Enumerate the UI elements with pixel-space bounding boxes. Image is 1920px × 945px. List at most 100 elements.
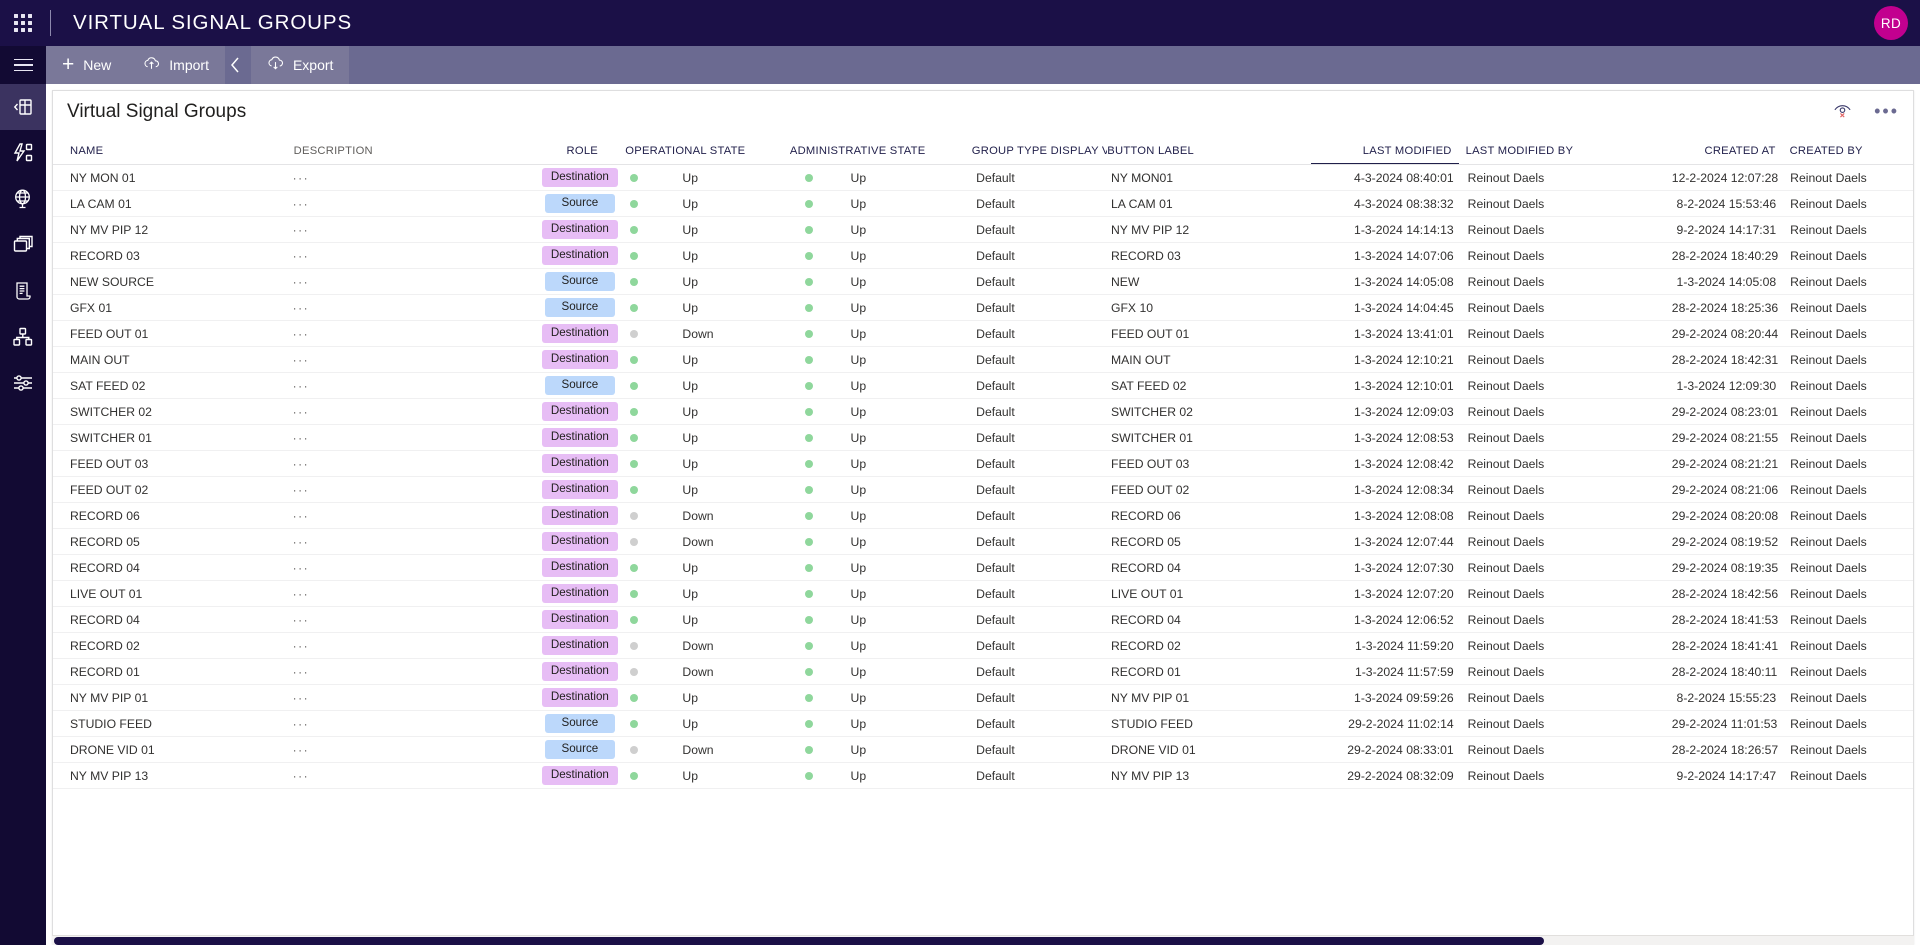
horizontal-scrollbar[interactable]	[52, 935, 1914, 945]
table-row[interactable]: RECORD 01 ··· Destination Down Up Default RECO…	[53, 659, 1913, 685]
role-badge: Source	[544, 272, 615, 291]
table-row[interactable]: NY MV PIP 13 ··· Destination Up Up Default NY …	[53, 763, 1913, 789]
cell-created-at: 29-2-2024 08:21:06	[1671, 482, 1779, 497]
column-header-last-modified[interactable]: LAST MODIFIED	[1311, 145, 1459, 164]
sidebar-item-globe-network[interactable]	[0, 176, 46, 222]
status-dot-up-icon	[629, 303, 638, 312]
role-badge: Destination	[541, 662, 618, 681]
table-row[interactable]: FEED OUT 03 ··· Destination Up Up Default FEED…	[53, 451, 1913, 477]
hamburger-icon[interactable]	[0, 46, 46, 84]
node-graph-icon	[11, 325, 35, 349]
cell-operational-state-indicator	[620, 353, 683, 367]
table-row[interactable]: FEED OUT 01 ··· Destination Down Up Default FE…	[53, 321, 1913, 347]
table-row[interactable]: LA CAM 01 ··· Source Up Up Default LA CAM 01 4-…	[53, 191, 1913, 217]
table-row[interactable]: NY MV PIP 01 ··· Destination Up Up Default NY …	[53, 685, 1913, 711]
status-dot-up-icon	[629, 693, 638, 702]
status-dot-up-icon	[629, 615, 638, 624]
chevron-left-icon[interactable]	[225, 46, 251, 84]
table-row[interactable]: DRONE VID 01 ··· Source Down Up Default DRONE …	[53, 737, 1913, 763]
app-launcher-icon[interactable]	[0, 0, 46, 46]
cell-operational-state-indicator	[620, 639, 683, 653]
table-row[interactable]: NY MON 01 ··· Destination Up Up Default NY MON…	[53, 165, 1913, 191]
cell-group-type-display-value: Default	[976, 300, 1015, 315]
sidebar-item-collapse-panel[interactable]	[0, 84, 46, 130]
table-row[interactable]: RECORD 05 ··· Destination Down Up Default RECO…	[53, 529, 1913, 555]
new-button[interactable]: + New	[46, 46, 128, 84]
avatar[interactable]: RD	[1874, 6, 1908, 40]
sidebar-item-copy-layers[interactable]	[0, 222, 46, 268]
cell-description: ···	[292, 534, 310, 549]
column-header-operational-state[interactable]: OPERATIONAL STATE	[625, 145, 794, 164]
new-button-label: New	[83, 57, 112, 73]
more-options-icon[interactable]: •••	[1874, 102, 1899, 120]
table-row[interactable]: GFX 01 ··· Source Up Up Default GFX 10 1-3-2024…	[53, 295, 1913, 321]
column-header-role[interactable]: ROLE	[542, 145, 622, 164]
cell-administrative-state: Up	[850, 638, 867, 653]
cell-created-at: 8-2-2024 15:55:23	[1676, 690, 1777, 705]
table-row[interactable]: SAT FEED 02 ··· Source Up Up Default SAT FEED …	[53, 373, 1913, 399]
sidebar-item-sliders-settings[interactable]	[0, 360, 46, 406]
panel-title: Virtual Signal Groups	[67, 101, 247, 122]
cell-administrative-state-indicator	[795, 665, 850, 679]
status-dot-up-icon	[805, 277, 814, 286]
cell-description: ···	[292, 664, 310, 679]
column-header-created-by[interactable]: CREATED BY	[1783, 145, 1913, 164]
status-dot-up-icon	[629, 199, 638, 208]
role-badge: Destination	[541, 610, 618, 629]
sidebar-item-node-graph[interactable]	[0, 314, 46, 360]
sidebar-item-signal-flow[interactable]	[0, 130, 46, 176]
horizontal-scrollbar-thumb[interactable]	[54, 937, 1544, 945]
table-row[interactable]: NY MV PIP 12 ··· Destination Up Up Default NY …	[53, 217, 1913, 243]
status-dot-up-icon	[629, 173, 638, 182]
cell-name: RECORD 06	[70, 508, 140, 523]
import-button[interactable]: Import	[127, 46, 225, 84]
status-dot-up-icon	[805, 589, 814, 598]
cell-name: NY MV PIP 12	[70, 222, 149, 237]
cell-operational-state-indicator	[620, 249, 683, 263]
cell-last-modified-by: Reinout Daels	[1467, 638, 1545, 653]
table-row[interactable]: SWITCHER 02 ··· Destination Up Up Default SWIT…	[53, 399, 1913, 425]
cell-group-type-display-value: Default	[976, 326, 1015, 341]
table-row[interactable]: RECORD 02 ··· Destination Down Up Default RECO…	[53, 633, 1913, 659]
column-header-description[interactable]: DESCRIPTION	[294, 145, 543, 164]
column-header-name[interactable]: NAME	[63, 145, 294, 164]
cell-administrative-state-indicator	[795, 223, 850, 237]
cell-group-type-display-value: Default	[976, 664, 1015, 679]
role-badge: Destination	[541, 480, 618, 499]
column-header-last-modified-by[interactable]: LAST MODIFIED BY	[1459, 145, 1671, 164]
cell-description: ···	[292, 196, 310, 211]
table-row[interactable]: FEED OUT 02 ··· Destination Up Up Default FEED…	[53, 477, 1913, 503]
cell-button-label: RECORD 05	[1111, 534, 1181, 549]
table-row[interactable]: LIVE OUT 01 ··· Destination Up Up Default LIVE…	[53, 581, 1913, 607]
sidebar-item-script-document[interactable]	[0, 268, 46, 314]
cell-created-by: Reinout Daels	[1790, 664, 1867, 679]
column-header-group-type[interactable]: GROUP TYPE DISPLAY VALUE	[972, 145, 1108, 164]
cell-operational-state: Up	[682, 716, 698, 731]
cell-administrative-state: Up	[850, 534, 867, 549]
cell-name: LIVE OUT 01	[70, 586, 143, 601]
table-row[interactable]: MAIN OUT ··· Destination Up Up Default MAIN OU…	[53, 347, 1913, 373]
cell-created-by: Reinout Daels	[1790, 404, 1867, 419]
cell-role: Destination	[540, 428, 619, 447]
copy-layers-icon	[11, 233, 35, 257]
cell-role: Destination	[540, 610, 619, 629]
table-row[interactable]: RECORD 03 ··· Destination Up Up Default RECORD…	[53, 243, 1913, 269]
table-row[interactable]: RECORD 04 ··· Destination Up Up Default RECORD…	[53, 607, 1913, 633]
table-row[interactable]: STUDIO FEED ··· Source Up Up Default STUDIO FE…	[53, 711, 1913, 737]
table-row[interactable]: RECORD 04 ··· Destination Up Up Default RECORD…	[53, 555, 1913, 581]
cell-role: Destination	[540, 350, 619, 369]
import-button-label: Import	[169, 57, 209, 73]
cell-created-at: 29-2-2024 08:20:44	[1671, 326, 1779, 341]
table-row[interactable]: SWITCHER 01 ··· Destination Up Up Default SWIT…	[53, 425, 1913, 451]
cell-last-modified-by: Reinout Daels	[1467, 482, 1545, 497]
table-row[interactable]: RECORD 06 ··· Destination Down Up Default RECO…	[53, 503, 1913, 529]
export-button[interactable]: Export	[250, 46, 350, 84]
cell-administrative-state-indicator	[795, 405, 850, 419]
role-badge: Destination	[541, 454, 618, 473]
status-dot-up-icon	[629, 459, 638, 468]
column-header-created-at[interactable]: CREATED AT	[1671, 145, 1783, 164]
table-row[interactable]: NEW SOURCE ··· Source Up Up Default NEW 1-3-202…	[53, 269, 1913, 295]
column-header-administrative-state[interactable]: ADMINISTRATIVE STATE	[790, 145, 972, 164]
eye-hidden-icon[interactable]	[1833, 102, 1852, 119]
column-header-button-label[interactable]: BUTTON LABEL	[1107, 145, 1311, 164]
